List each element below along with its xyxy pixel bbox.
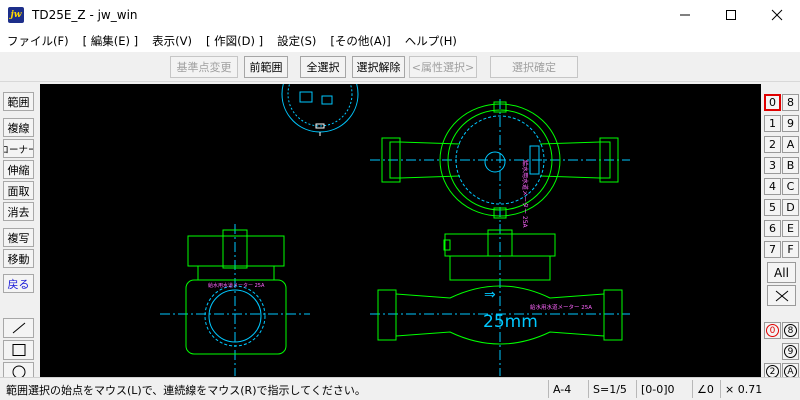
layer-1-button[interactable]: 1: [764, 115, 781, 132]
layer-3-button[interactable]: 3: [764, 157, 781, 174]
group-9-button[interactable]: 9: [782, 343, 799, 360]
layer-b-button[interactable]: B: [782, 157, 799, 174]
status-message: 範囲選択の始点をマウス(L)で、連続線をマウス(R)で指示してください。: [6, 384, 366, 397]
angle-value[interactable]: ∠0: [692, 380, 718, 398]
front-view-label: 給水用水道メーター 25A: [530, 303, 592, 311]
menu-settings[interactable]: 設定(S): [270, 33, 323, 49]
tool-line[interactable]: [3, 318, 34, 338]
layer-8-button[interactable]: 8: [782, 94, 799, 111]
svg-text:給水用水道メーター 25A: 給水用水道メーター 25A: [521, 160, 529, 229]
maximize-button[interactable]: [708, 0, 754, 30]
layer-7-button[interactable]: 7: [764, 241, 781, 258]
front-view: 25mm ⇒ 給水用水道メーター 25A: [370, 224, 630, 376]
layer-c-button[interactable]: C: [782, 178, 799, 195]
layer-0-button[interactable]: 0: [764, 94, 781, 111]
layer-e-button[interactable]: E: [782, 220, 799, 237]
tool-corner[interactable]: コーナー: [3, 139, 34, 158]
group-9-label: 9: [784, 345, 797, 358]
layer-all-button[interactable]: All: [767, 262, 796, 283]
group-0-label: 0: [766, 324, 779, 337]
status-bar: 範囲選択の始点をマウス(L)で、連続線をマウス(R)で指示してください。 A-4…: [0, 377, 800, 400]
app-icon: jw: [8, 7, 24, 23]
dial-view-partial: [281, 84, 359, 136]
base-point-change-button[interactable]: 基準点変更: [170, 56, 238, 78]
close-icon: [771, 9, 783, 21]
tool-rectangle[interactable]: [3, 340, 34, 360]
layer-cross-button[interactable]: [767, 285, 796, 306]
close-button[interactable]: [754, 0, 800, 30]
confirm-selection-button[interactable]: 選択確定: [490, 56, 578, 78]
layer-a-button[interactable]: A: [782, 136, 799, 153]
layer-9-button[interactable]: 9: [782, 115, 799, 132]
side-view-label: 給水用水道メーター 25A: [208, 282, 265, 289]
group-0-button[interactable]: 0: [764, 322, 781, 339]
tool-chamfer[interactable]: 面取: [3, 181, 34, 200]
deselect-button[interactable]: 選択解除: [352, 56, 405, 78]
pipe-size-label: 25mm: [483, 312, 538, 332]
layer-d-button[interactable]: D: [782, 199, 799, 216]
cross-icon: [775, 290, 788, 301]
attribute-select-button[interactable]: <属性選択>: [409, 56, 477, 78]
flow-arrow-label: ⇒: [484, 287, 496, 303]
layer-palette: 0 8 1 9 2 A 3 B 4 C 5 D 6 E 7 F All 0 8 …: [762, 84, 800, 380]
current-layer[interactable]: [0-0]0: [636, 380, 690, 398]
minimize-icon: [680, 14, 690, 16]
layer-5-button[interactable]: 5: [764, 199, 781, 216]
menu-bar: ファイル(F) [ 編集(E) ] 表示(V) [ 作図(D) ] 設定(S) …: [0, 30, 800, 52]
tool-stretch[interactable]: 伸縮: [3, 160, 34, 179]
maximize-icon: [726, 10, 736, 20]
layer-2-button[interactable]: 2: [764, 136, 781, 153]
side-view: 給水用水道メーター 25A: [160, 224, 310, 376]
minimize-button[interactable]: [662, 0, 708, 30]
left-tool-palette: 範囲 複線 コーナー 伸縮 面取 消去 複写 移動 戻る: [0, 84, 38, 382]
group-8-button[interactable]: 8: [782, 322, 799, 339]
prev-range-button[interactable]: 前範囲: [244, 56, 288, 78]
menu-help[interactable]: ヘルプ(H): [398, 33, 464, 49]
window-controls: [662, 0, 800, 30]
command-toolbar: 基準点変更 前範囲 全選択 選択解除 <属性選択> 選択確定: [0, 52, 800, 82]
menu-file[interactable]: ファイル(F): [0, 33, 76, 49]
scale-factor[interactable]: × 0.71: [720, 380, 800, 398]
select-all-button[interactable]: 全選択: [300, 56, 346, 78]
tool-move[interactable]: 移動: [3, 249, 34, 268]
line-tool-icon: [12, 322, 25, 334]
menu-view[interactable]: 表示(V): [145, 33, 199, 49]
layer-4-button[interactable]: 4: [764, 178, 781, 195]
layer-f-button[interactable]: F: [782, 241, 799, 258]
title-bar: jw TD25E_Z - jw_win: [0, 0, 800, 30]
tool-copy[interactable]: 複写: [3, 228, 34, 247]
tool-range[interactable]: 範囲: [3, 92, 34, 111]
drawing-canvas[interactable]: 給水用水道メーター 25A 給水用水道メーター 25A 25mm ⇒ 給水用水道…: [40, 84, 761, 377]
group-8-label: 8: [784, 324, 797, 337]
cad-drawing: 給水用水道メーター 25A 給水用水道メーター 25A 25mm ⇒ 給水用水道…: [160, 84, 630, 376]
tool-erase[interactable]: 消去: [3, 202, 34, 221]
tool-undo[interactable]: 戻る: [3, 274, 34, 293]
rectangle-tool-icon: [12, 344, 25, 356]
layer-6-button[interactable]: 6: [764, 220, 781, 237]
menu-other[interactable]: [その他(A)]: [323, 33, 397, 49]
drawing-scale[interactable]: S=1/5: [588, 380, 634, 398]
menu-draw[interactable]: [ 作図(D) ]: [199, 33, 270, 49]
menu-edit[interactable]: [ 編集(E) ]: [76, 33, 146, 49]
tool-polyline[interactable]: 複線: [3, 118, 34, 137]
window-title: TD25E_Z - jw_win: [32, 8, 138, 22]
jw-win-window: jw TD25E_Z - jw_win ファイル(F) [ 編集(E) ] 表示…: [0, 0, 800, 400]
top-view: 給水用水道メーター 25A: [370, 99, 630, 229]
paper-size[interactable]: A-4: [548, 380, 586, 398]
